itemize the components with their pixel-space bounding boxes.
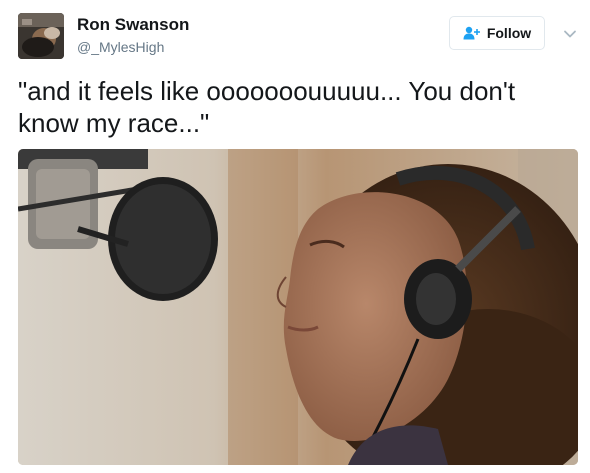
follow-label: Follow — [486, 25, 532, 41]
chevron-down-icon[interactable] — [563, 26, 577, 38]
tweet-text: "and it feels like ooooooouuuuu... You d… — [18, 76, 516, 138]
user-handle[interactable]: @_MylesHigh — [77, 39, 164, 55]
follow-button[interactable]: Follow — [449, 16, 545, 50]
tweet-card: Ron Swanson @_MylesHigh Follow "and it f… — [0, 0, 590, 473]
avatar[interactable] — [18, 13, 64, 59]
tweet-photo[interactable] — [18, 149, 578, 465]
display-name[interactable]: Ron Swanson — [77, 15, 189, 35]
avatar-image — [18, 13, 64, 59]
add-user-icon — [463, 26, 481, 40]
photo-image — [18, 149, 578, 465]
